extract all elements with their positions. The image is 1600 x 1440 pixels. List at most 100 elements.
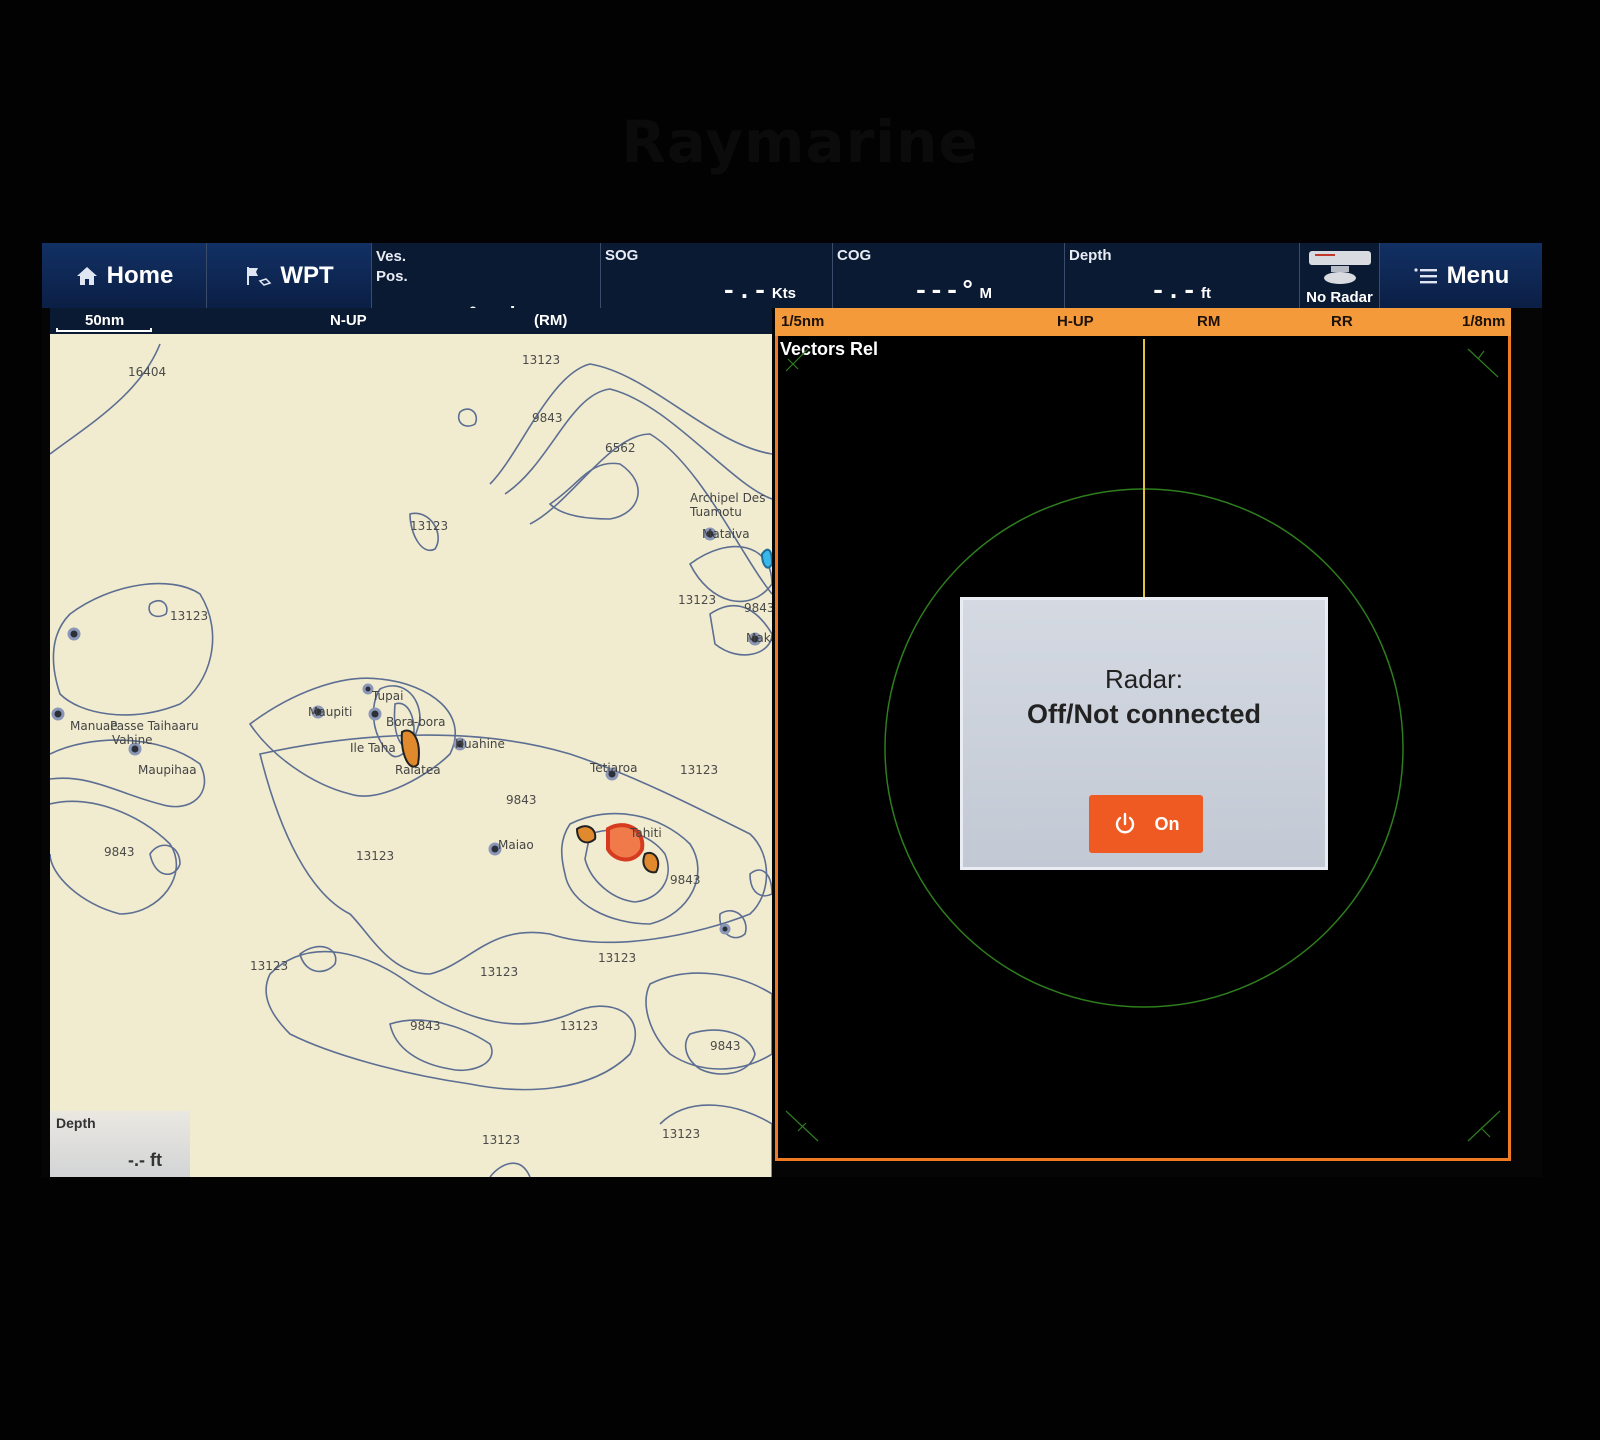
corner-marker (785, 348, 809, 372)
place-name: Huahine (455, 737, 505, 751)
home-button[interactable]: Home (42, 243, 207, 308)
island-marker (362, 683, 374, 695)
place-name: Tupai (371, 689, 403, 703)
depth-sounding: 9843 (506, 793, 537, 807)
place-name: Maka (746, 631, 772, 645)
contour-line (659, 1104, 772, 1177)
place-name: Maiao (498, 838, 534, 852)
depth-label: Depth (1069, 247, 1112, 264)
contour-line (457, 408, 478, 427)
depth-value: -.- ft (1150, 276, 1211, 306)
place-name: Vahine (112, 733, 153, 747)
contour-line (548, 462, 639, 520)
sog-cell[interactable]: SOG -.- Kts (601, 243, 833, 308)
radar-on-button[interactable]: On (1089, 795, 1203, 853)
depth-sounding: 9843 (104, 845, 135, 859)
place-name: Maupiti (308, 705, 352, 719)
depth-sounding: 13123 (678, 593, 716, 607)
radar-off-dialog: Radar: Off/Not connected On (960, 597, 1328, 870)
depth-sounding: 9843 (410, 1019, 441, 1033)
menu-label: Menu (1446, 261, 1510, 289)
chart-pane[interactable]: 50nm N-UP (RM) 16404 13123 9843 6562 131… (50, 308, 772, 1177)
sog-value: -.- Kts (721, 276, 796, 306)
menu-list-icon (1413, 266, 1439, 286)
radar-pane[interactable]: 1/5nm H-UP RM RR 1/8nm Vectors Rel Radar… (775, 308, 1511, 1161)
place-name: Tuamotu (689, 505, 742, 519)
corner-marker (1467, 348, 1499, 378)
cog-value: ---° M (913, 276, 992, 306)
corner-marker (785, 1110, 819, 1142)
depth-overlay-box[interactable]: Depth -.- ft (50, 1111, 190, 1177)
depth-sounding: 13123 (480, 965, 518, 979)
contour-line (749, 869, 772, 897)
land-area (575, 825, 597, 844)
mfd-screen: Home WPT Ves. Pos. --°--'.--- ---°--'.--… (42, 243, 1542, 1177)
depth-sounding: 13123 (170, 609, 208, 623)
place-name: Archipel Des (690, 491, 765, 505)
place-name: Tetiaroa (589, 761, 637, 775)
place-name: Maupihaa (138, 763, 197, 777)
island-marker (51, 707, 65, 721)
island-marker (719, 923, 731, 935)
depth-sounding: 13123 (522, 353, 560, 367)
island-marker (368, 707, 382, 721)
place-name: Bora-bora (386, 715, 445, 729)
depth-sounding: 9843 (744, 601, 772, 615)
chart-map[interactable]: 16404 13123 9843 6562 13123 13123 13123 … (50, 334, 772, 1177)
radar-status-cell[interactable]: No Radar (1300, 243, 1380, 308)
contour-line (248, 677, 456, 797)
radar-status-label: No Radar (1306, 289, 1373, 306)
contour-line (50, 343, 161, 455)
depth-sounding: 13123 (662, 1127, 700, 1141)
land-area (760, 548, 772, 569)
contour-line (389, 1019, 493, 1071)
sog-label: SOG (605, 247, 639, 264)
chart-scale-bar (56, 328, 152, 332)
depth-overlay-label: Depth (56, 1115, 96, 1131)
power-icon (1115, 812, 1134, 834)
island-marker (67, 627, 81, 641)
cog-cell[interactable]: COG ---° M (833, 243, 1065, 308)
chart-status-bar: 50nm N-UP (RM) (50, 308, 772, 334)
waypoint-label: WPT (280, 261, 334, 289)
land-area (642, 851, 660, 874)
depth-sounding: 13123 (598, 951, 636, 965)
vessel-pos-label-2: Pos. (376, 268, 408, 285)
depth-sounding: 9843 (532, 411, 563, 425)
place-name: Tahiti (629, 826, 662, 840)
depth-cell[interactable]: Depth -.- ft (1065, 243, 1300, 308)
sog-unit: Kts (771, 285, 796, 302)
depth-overlay-value: -.- ft (128, 1150, 162, 1170)
radar-scanner-icon (1307, 248, 1373, 289)
contour-line (148, 599, 168, 618)
depth-sounding: 13123 (356, 849, 394, 863)
place-name: Ile Taha (350, 741, 396, 755)
depth-sounding: 9843 (670, 873, 701, 887)
dialog-title: Radar: (1104, 664, 1184, 694)
waypoint-button[interactable]: WPT (207, 243, 372, 308)
depth-sounding: 13123 (560, 1019, 598, 1033)
contour-line (645, 972, 772, 1070)
radar-on-label: On (1154, 813, 1180, 834)
place-name: Passe Taihaaru (110, 719, 199, 733)
depth-sounding: 13123 (410, 519, 448, 533)
depth-sounding: 6562 (605, 441, 636, 455)
bezel-brand-logo: Raymarine (621, 108, 979, 176)
place-name: Mataiva (702, 527, 750, 541)
depth-sounding: 9843 (710, 1039, 741, 1053)
depth-sounding: 13123 (680, 763, 718, 777)
chart-motion-mode[interactable]: (RM) (534, 312, 567, 329)
chart-orientation[interactable]: N-UP (330, 312, 367, 329)
cog-unit: M (979, 285, 993, 302)
depth-unit: ft (1201, 285, 1211, 302)
land-area (400, 729, 420, 768)
home-icon (75, 265, 99, 287)
place-name: Raiatea (395, 763, 441, 777)
dialog-status: Off/Not connected (1027, 699, 1261, 729)
vessel-position-cell[interactable]: Ves. Pos. --°--'.--- ---°--'.--- (372, 243, 601, 413)
contour-line (299, 945, 337, 973)
cog-label: COG (837, 247, 872, 264)
vessel-pos-label-1: Ves. (376, 248, 407, 265)
corner-marker (1467, 1110, 1501, 1142)
menu-button[interactable]: Menu (1380, 243, 1542, 308)
